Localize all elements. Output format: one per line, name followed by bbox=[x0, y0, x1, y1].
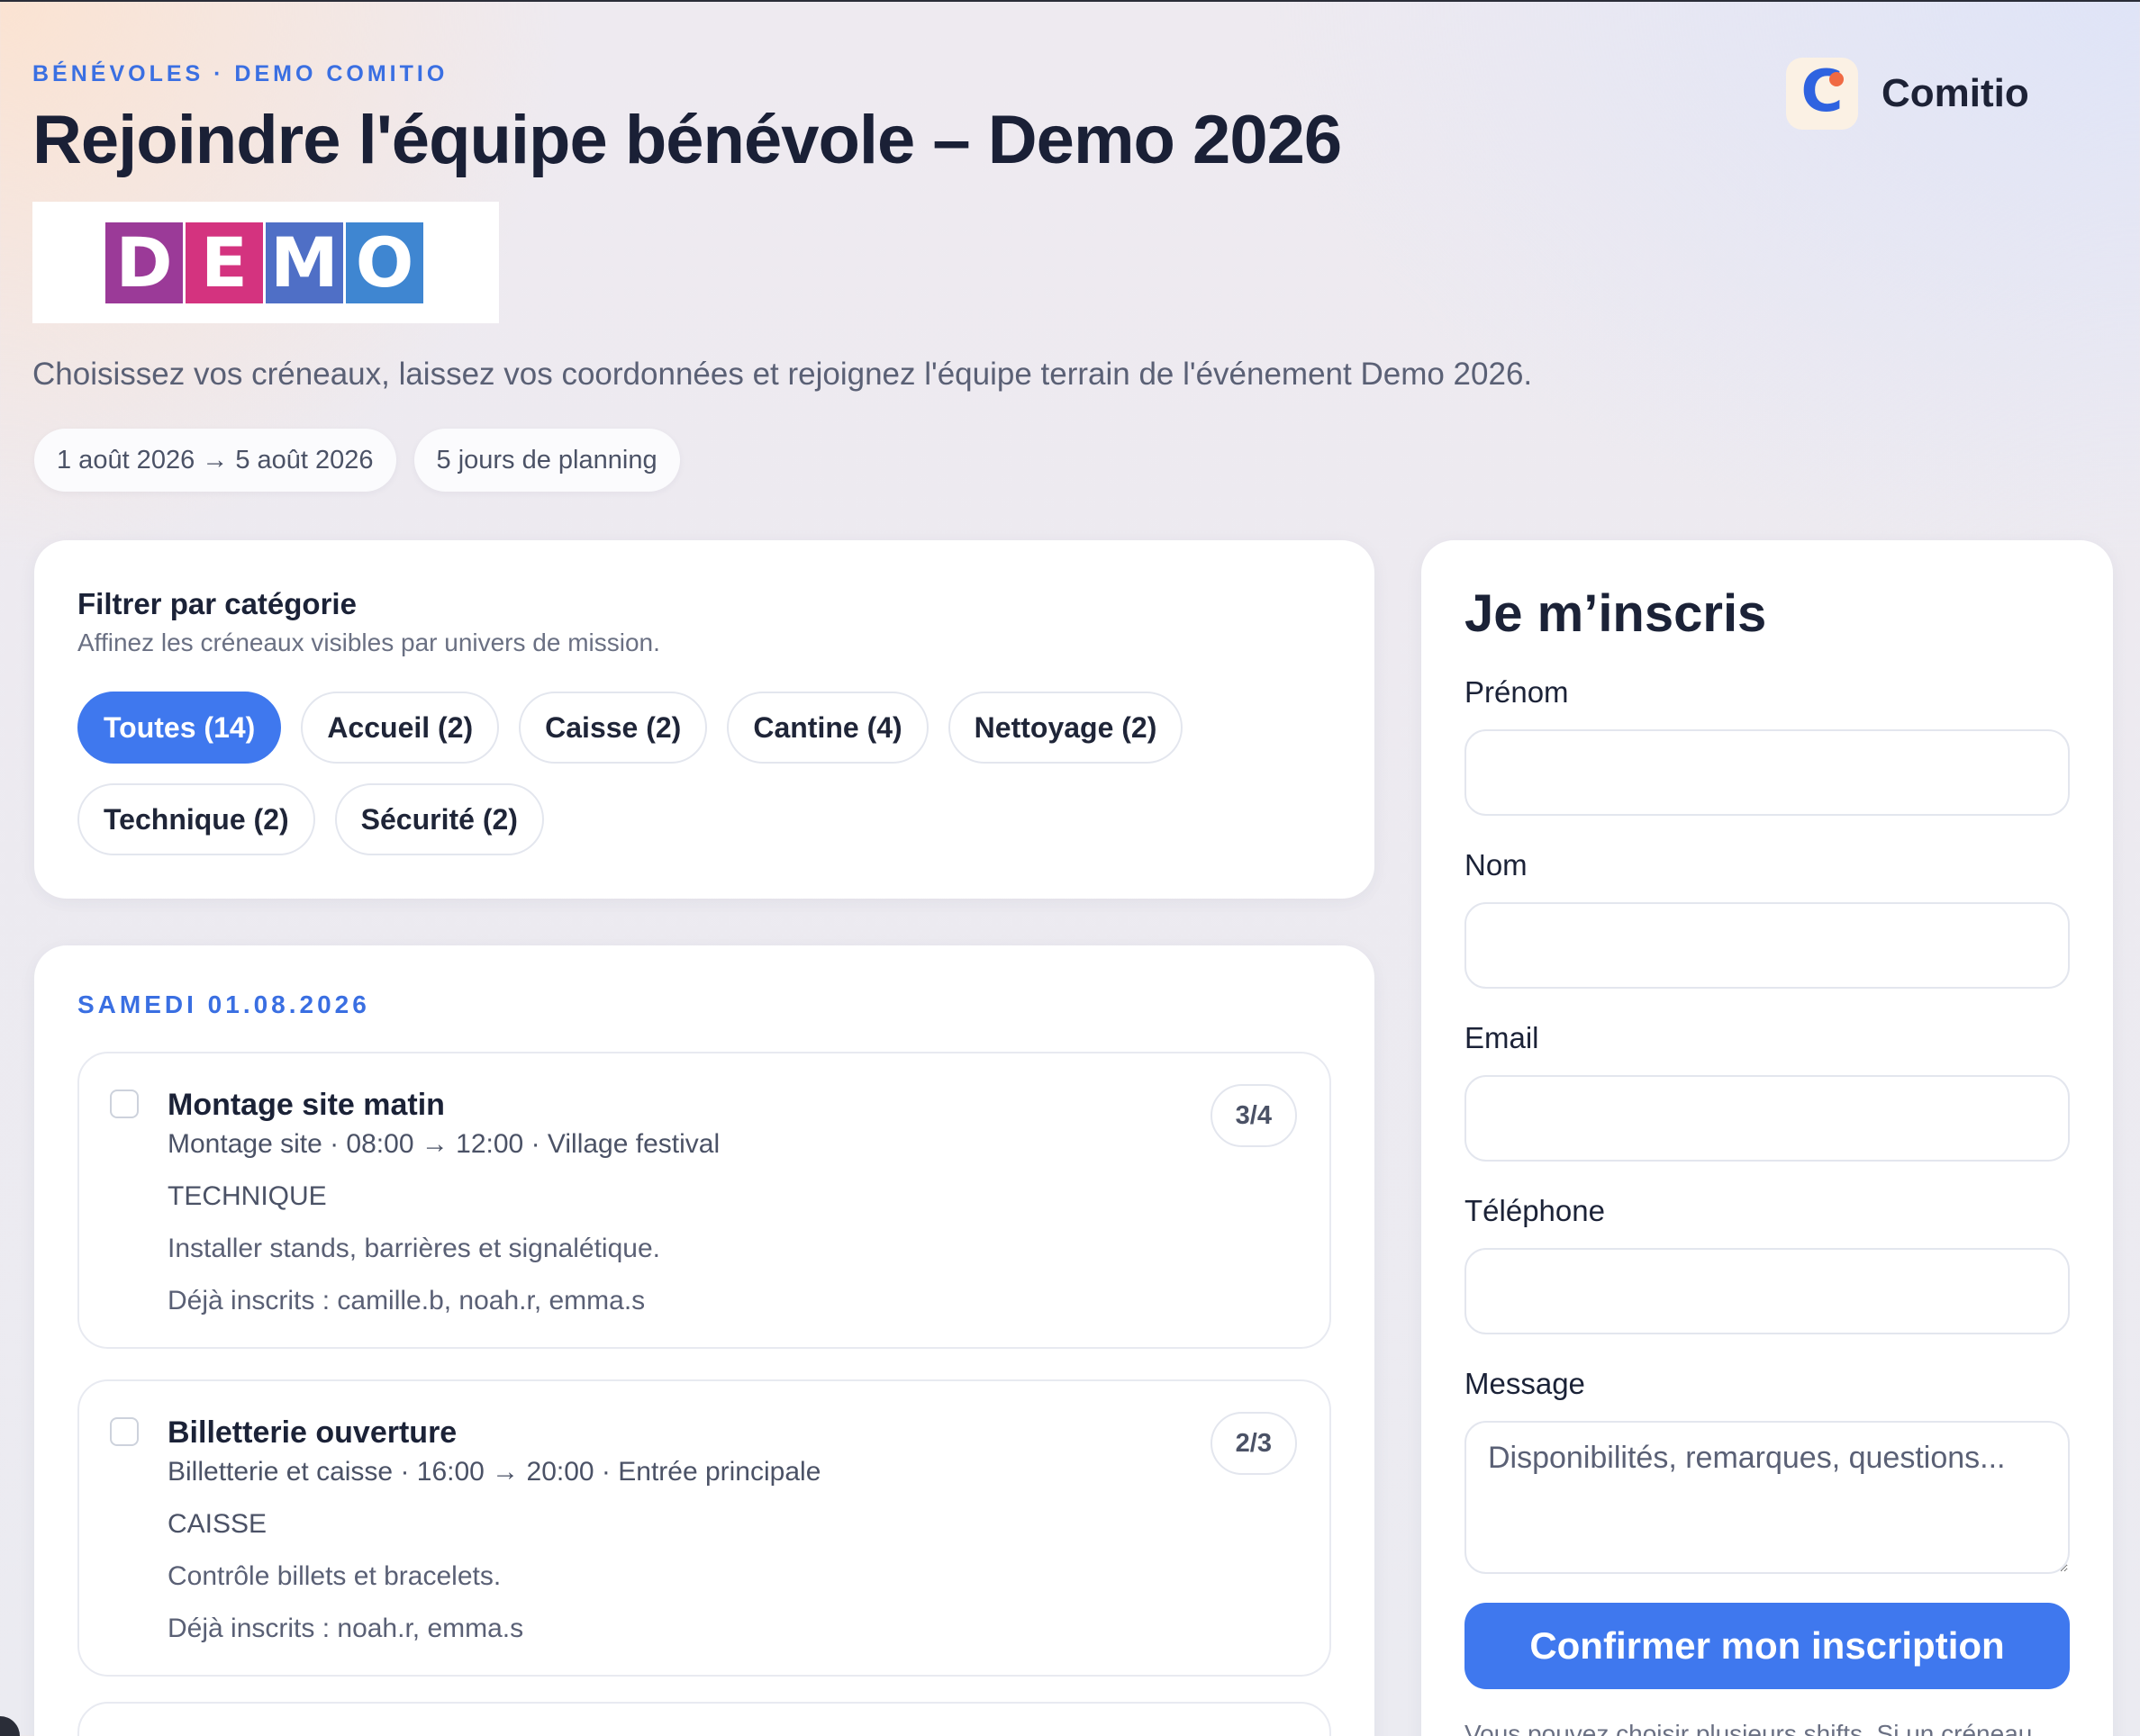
eyebrow-label: BÉNÉVOLES · DEMO COMITIO bbox=[32, 61, 449, 86]
shift-title: Montage site matin bbox=[168, 1088, 445, 1122]
last-name-input[interactable] bbox=[1464, 902, 2070, 989]
email-label: Email bbox=[1464, 1021, 1539, 1054]
filter-title: Filtrer par catégorie bbox=[77, 587, 357, 620]
shift-meta: Billetterie et caisse · 16:00 → 20:00 · … bbox=[168, 1457, 821, 1487]
shift-capacity-badge: 3/4 bbox=[1210, 1084, 1297, 1147]
filter-pill-nettoyage[interactable]: Nettoyage (2) bbox=[948, 692, 1183, 764]
shift-checkbox[interactable] bbox=[110, 1090, 139, 1118]
filter-pill-technique[interactable]: Technique (2) bbox=[77, 783, 315, 855]
event-info-chips: 1 août 2026 → 5 août 2026 5 jours de pla… bbox=[34, 429, 680, 492]
date-range-chip: 1 août 2026 → 5 août 2026 bbox=[34, 429, 396, 492]
first-name-label: Prénom bbox=[1464, 675, 1569, 709]
filter-pill-securite[interactable]: Sécurité (2) bbox=[334, 783, 544, 855]
confirm-registration-button[interactable]: Confirmer mon inscription bbox=[1464, 1603, 2070, 1689]
phone-input[interactable] bbox=[1464, 1248, 2070, 1334]
window-top-border bbox=[0, 0, 2140, 2]
category-filter-card: Filtrer par catégorie Affinez les crénea… bbox=[34, 540, 1374, 899]
shift-category: CAISSE bbox=[168, 1509, 268, 1539]
shift-meta: Montage site · 08:00 → 12:00 · Village f… bbox=[168, 1129, 721, 1159]
form-title: Je m’inscris bbox=[1464, 584, 1767, 643]
filter-pill-accueil[interactable]: Accueil (2) bbox=[301, 692, 500, 764]
comitio-logo-icon: C bbox=[1786, 58, 1858, 130]
planning-days-chip: 5 jours de planning bbox=[413, 429, 680, 492]
window-corner bbox=[0, 1716, 20, 1736]
last-name-label: Nom bbox=[1464, 848, 1528, 882]
logo-letter-d: D bbox=[105, 222, 183, 303]
brand[interactable]: C Comitio bbox=[1786, 58, 2029, 130]
first-name-input[interactable] bbox=[1464, 729, 2070, 816]
shift-registered: Déjà inscrits : camille.b, noah.r, emma.… bbox=[168, 1286, 646, 1316]
event-logo: D E M O bbox=[32, 202, 499, 323]
schedule-card: SAMEDI 01.08.2026 Montage site matin Mon… bbox=[34, 945, 1374, 1736]
shift-registered: Déjà inscrits : noah.r, emma.s bbox=[168, 1614, 524, 1643]
shift-title: Billetterie ouverture bbox=[168, 1415, 458, 1450]
shift-description: Installer stands, barrières et signaléti… bbox=[168, 1234, 660, 1263]
category-pills: Toutes (14) Accueil (2) Caisse (2) Canti… bbox=[77, 692, 1356, 855]
filter-pill-all[interactable]: Toutes (14) bbox=[77, 692, 282, 764]
brand-name: Comitio bbox=[1882, 71, 2029, 115]
logo-letter-e: E bbox=[186, 222, 263, 303]
message-label: Message bbox=[1464, 1367, 1585, 1400]
shift-category: TECHNIQUE bbox=[168, 1181, 327, 1211]
logo-letter-m: M bbox=[266, 222, 343, 303]
form-note: Vous pouvez choisir plusieurs shifts. Si… bbox=[1464, 1720, 2033, 1736]
page-title: Rejoindre l'équipe bénévole – Demo 2026 bbox=[32, 102, 1342, 178]
day-label: SAMEDI 01.08.2026 bbox=[77, 990, 370, 1018]
message-textarea[interactable] bbox=[1464, 1421, 2070, 1574]
email-input[interactable] bbox=[1464, 1075, 2070, 1162]
shift-item[interactable]: Montage site matin Montage site · 08:00 … bbox=[77, 1052, 1331, 1349]
brand-dot bbox=[1829, 72, 1844, 86]
filter-subtitle: Affinez les créneaux visibles par univer… bbox=[77, 628, 660, 656]
shift-checkbox[interactable] bbox=[110, 1417, 139, 1446]
shift-capacity-badge: 2/3 bbox=[1210, 1412, 1297, 1475]
shift-item[interactable]: Billetterie ouverture Billetterie et cai… bbox=[77, 1379, 1331, 1677]
signup-form-card: Je m’inscris Prénom Nom Email Téléphone … bbox=[1421, 540, 2113, 1736]
shift-description: Contrôle billets et bracelets. bbox=[168, 1561, 502, 1591]
page-subtitle: Choisissez vos créneaux, laissez vos coo… bbox=[32, 357, 1533, 392]
shift-item-partial[interactable] bbox=[77, 1702, 1331, 1736]
phone-label: Téléphone bbox=[1464, 1194, 1605, 1227]
filter-pill-cantine[interactable]: Cantine (4) bbox=[727, 692, 929, 764]
filter-pill-caisse[interactable]: Caisse (2) bbox=[519, 692, 708, 764]
logo-letter-o: O bbox=[346, 222, 423, 303]
